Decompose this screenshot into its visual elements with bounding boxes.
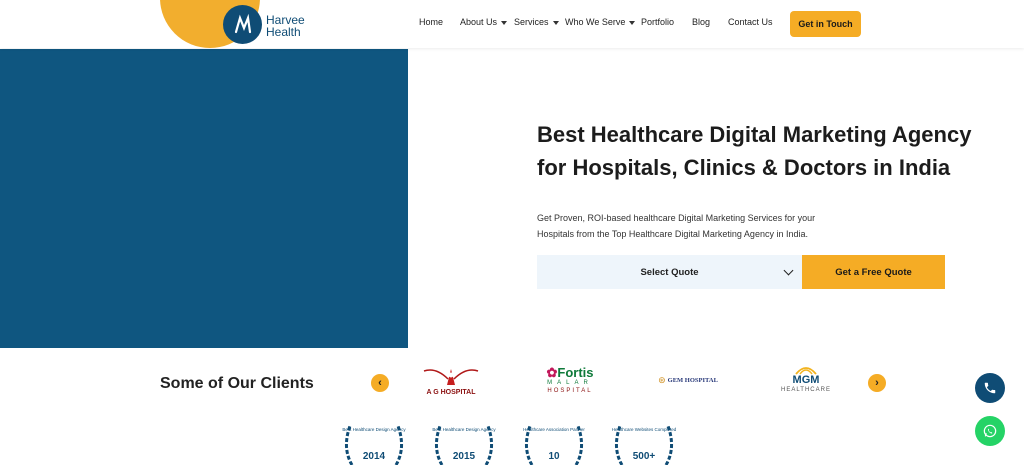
phone-icon bbox=[984, 382, 996, 394]
hero-image-panel bbox=[0, 49, 408, 348]
award-badge: Healthcare Association Partner 10 bbox=[520, 420, 588, 465]
nav-services-label: Services bbox=[514, 17, 549, 27]
award-caption: Healthcare Association Partner bbox=[523, 427, 585, 432]
nav-who-label: Who We Serve bbox=[565, 17, 626, 27]
chevron-right-icon: › bbox=[875, 377, 879, 389]
nav-contact-label: Contact Us bbox=[728, 17, 773, 27]
client-name: Fortis bbox=[557, 364, 594, 380]
carousel-prev-button[interactable]: ‹ bbox=[371, 374, 389, 392]
nav-about-us[interactable]: About Us bbox=[460, 17, 508, 27]
brand-name[interactable]: Harvee Health bbox=[266, 14, 305, 38]
award-badge: Best Healthcare Design Agency 2014 bbox=[340, 420, 408, 465]
site-header: Harvee Health Home About Us Services Who… bbox=[0, 0, 1024, 48]
nav-contact-us[interactable]: Contact Us bbox=[728, 17, 773, 27]
client-logo-gem-hospital: ⊛ GEM HOSPITAL bbox=[648, 371, 728, 389]
nav-services[interactable]: Services bbox=[514, 17, 559, 27]
award-value: 2015 bbox=[452, 451, 476, 462]
carousel-next-button[interactable]: › bbox=[868, 374, 886, 392]
hero-subtitle: Get Proven, ROI-based healthcare Digital… bbox=[537, 210, 827, 242]
chevron-down-icon bbox=[501, 20, 508, 25]
client-subname2: HOSPITAL bbox=[547, 387, 593, 394]
nav-who-we-serve[interactable]: Who We Serve bbox=[565, 17, 636, 27]
logo-icon[interactable] bbox=[223, 5, 262, 44]
get-in-touch-button[interactable]: Get in Touch bbox=[790, 11, 861, 37]
nav-blog-label: Blog bbox=[692, 17, 711, 27]
hero-title: Best Healthcare Digital Marketing Agency… bbox=[537, 118, 977, 184]
logo-mark-icon bbox=[234, 13, 251, 33]
award-value: 500+ bbox=[632, 451, 656, 462]
award-value: 10 bbox=[548, 451, 560, 462]
nav-home[interactable]: Home bbox=[419, 17, 443, 27]
client-name: A G HOSPITAL bbox=[426, 388, 476, 396]
chevron-left-icon: ‹ bbox=[378, 377, 382, 389]
whatsapp-button[interactable] bbox=[975, 416, 1005, 446]
client-subname: HEALTHCARE bbox=[781, 386, 831, 393]
client-logo-ag-hospital: A G HOSPITAL bbox=[418, 360, 484, 400]
award-caption: Healthcare Websites Completed bbox=[611, 427, 677, 432]
award-badge: Best Healthcare Design Agency 2015 bbox=[430, 420, 498, 465]
client-logo-fortis: ✿Fortis MALAR HOSPITAL bbox=[537, 360, 603, 400]
mgm-wave-icon bbox=[795, 366, 817, 375]
fortis-leaf-icon: ✿ bbox=[546, 364, 558, 380]
client-name: GEM HOSPITAL bbox=[667, 376, 718, 384]
chevron-down-icon bbox=[552, 20, 559, 25]
award-caption: Best Healthcare Design Agency bbox=[342, 427, 406, 432]
chevron-down-icon bbox=[783, 265, 794, 276]
ag-hospital-emblem-icon bbox=[423, 368, 479, 385]
chevron-down-icon bbox=[629, 20, 636, 25]
get-free-quote-button[interactable]: Get a Free Quote bbox=[802, 255, 945, 289]
hero-subtitle-line1: Get Proven, ROI-based healthcare Digital… bbox=[537, 213, 816, 223]
nav-portfolio[interactable]: Portfolio bbox=[641, 17, 674, 27]
brand-line2: Health bbox=[266, 25, 301, 39]
nav-about-label: About Us bbox=[460, 17, 498, 27]
award-badge: Healthcare Websites Completed 500+ bbox=[610, 420, 678, 465]
call-button[interactable] bbox=[975, 373, 1005, 403]
hero-title-line1: Best Healthcare Digital Marketing Agency bbox=[537, 122, 972, 147]
nav-blog[interactable]: Blog bbox=[692, 17, 710, 27]
gem-emblem-icon: ⊛ bbox=[658, 374, 666, 385]
nav-portfolio-label: Portfolio bbox=[641, 17, 675, 27]
hero-subtitle-line2: Hospitals from the Top Healthcare Digita… bbox=[537, 229, 808, 239]
award-value: 2014 bbox=[362, 451, 386, 462]
nav-home-label: Home bbox=[419, 17, 444, 27]
fortis-wordmark: ✿Fortis bbox=[546, 366, 593, 379]
quote-select[interactable]: Select Quote bbox=[537, 255, 802, 289]
quote-select-value: Select Quote bbox=[640, 266, 699, 278]
hero-title-line2: for Hospitals, Clinics & Doctors in Indi… bbox=[537, 155, 951, 180]
whatsapp-icon bbox=[983, 424, 997, 438]
clients-heading: Some of Our Clients bbox=[160, 375, 314, 392]
client-logo-mgm: MGM HEALTHCARE bbox=[774, 360, 838, 398]
award-caption: Best Healthcare Design Agency bbox=[432, 427, 496, 432]
client-subname: MALAR bbox=[547, 379, 593, 386]
client-name: MGM bbox=[792, 373, 820, 386]
